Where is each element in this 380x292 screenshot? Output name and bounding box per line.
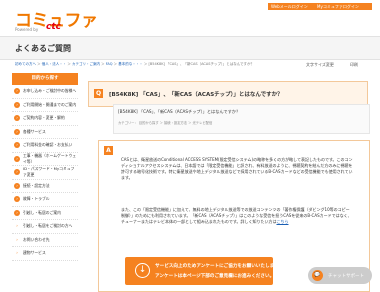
- chevron-right-icon: ›: [14, 209, 20, 216]
- site-header: コミュファ ctc Powered by Webメールログイン Myコミュファロ…: [0, 0, 380, 36]
- chevron-right-icon: ›: [14, 169, 20, 176]
- survey-banner[interactable]: ↓ サービス向上のためアンケートにご協力をお願いいたします。 アンケートは本ペー…: [125, 257, 283, 285]
- chevron-right-icon: ›: [14, 101, 20, 108]
- question-summary: [B54K8K] 「CAS」、「新CAS（ACASチップ）」とはなんですか？: [118, 109, 241, 114]
- breadcrumb-item[interactable]: FAQ: [106, 62, 113, 66]
- chat-support-label: チャットサポート: [328, 274, 364, 279]
- sidebar-item[interactable]: › お問い合わせ先: [12, 234, 78, 247]
- sidebar-item[interactable]: › 引越し・転居をご検討の方へ: [12, 220, 78, 234]
- webmail-login-link[interactable]: Webメールログイン: [268, 3, 316, 10]
- sidebar-item-label: お申し込み・ご検討中の皆様へ: [23, 88, 77, 94]
- breadcrumb: 初めての方へ ＞ 個人・法人・・ ＞ カテゴリ・ご案内 ＞ FAQ ＞ 基本的な…: [15, 62, 255, 66]
- breadcrumb-current: [B54K8K] 「CAS」、「新CAS（ACASチップ）」とはなんですか？: [148, 62, 255, 66]
- sidebar-item-label: 接続・設定方法: [23, 182, 50, 188]
- sidebar-item-label: ID・パスワード・Myコミュファ変更: [23, 166, 75, 178]
- chevron-right-icon: ›: [14, 128, 20, 135]
- sidebar-item[interactable]: › 接続・設定方法: [12, 180, 78, 193]
- sidebar-item-label: ご利用料金の確認・お支払い: [23, 142, 73, 148]
- breadcrumb-item[interactable]: カテゴリ・ご案内: [72, 62, 100, 66]
- breadcrumb-item[interactable]: 個人・法人・・: [42, 62, 67, 66]
- sidebar-item-label: 引越し・転居をご検討の方へ: [23, 223, 73, 229]
- sidebar-item[interactable]: › 建物サービス: [12, 247, 78, 261]
- sidebar-item[interactable]: › お申し込み・ご検討中の皆様へ: [12, 85, 78, 99]
- breadcrumb-item[interactable]: 基本的な・・・: [118, 62, 143, 66]
- sidebar-item[interactable]: › 工事・機器（ホームゲートウェイ等）: [12, 152, 78, 166]
- sidebar-item-label: 故障・トラブル: [23, 196, 50, 202]
- logo-powered-by: Powered by: [15, 27, 39, 32]
- chat-support-button[interactable]: 💬 チャットサポート: [308, 267, 372, 284]
- chevron-right-icon: ›: [16, 250, 18, 256]
- font-size-control[interactable]: 文字サイズ変更: [306, 62, 334, 68]
- question-mark-icon: Q: [94, 89, 103, 98]
- question-category: カテゴリー： 目的から探す ＞ 接続・設定方法 ＞ 光テレビ配信: [118, 121, 213, 125]
- sidebar-item[interactable]: › 引越し・転居のご案内: [12, 207, 78, 220]
- sidebar-list: › お申し込み・ご検討中の皆様へ › ご利用開始・開通までのご案内 › ご契約内容・変更・…: [12, 85, 78, 261]
- sidebar-item[interactable]: › ご利用開始・開通までのご案内: [12, 99, 78, 112]
- chevron-right-icon: ›: [16, 223, 18, 229]
- answer-mark-icon: A: [104, 146, 113, 155]
- chevron-right-icon: ›: [14, 196, 20, 203]
- answer-paragraph-2-text: また、この「限定受信機能」に加えて、無料の地上デジタル放送等での放送コンテンツの…: [121, 207, 352, 224]
- sidebar-item-label: 引越し・転居のご案内: [23, 209, 61, 215]
- arrow-down-icon: ↓: [135, 263, 150, 278]
- sidebar-item-label: ご利用開始・開通までのご案内: [23, 101, 77, 107]
- sidebar-item-label: 各種サービス: [23, 128, 46, 134]
- sidebar-item[interactable]: › ご契約内容・変更・解約: [12, 112, 78, 126]
- question-summary-box: [B54K8K] 「CAS」、「新CAS（ACASチップ）」とはなんですか？ カ…: [113, 104, 370, 134]
- chevron-right-icon: ›: [14, 88, 20, 95]
- sidebar-header: 目的から探す: [12, 73, 78, 85]
- survey-line-1: サービス向上のためアンケートにご協力をお願いいたします。: [155, 264, 283, 269]
- answer-paragraph-1: CASとは、衛星放送のConditional ACCESS SYSTEM(限定受…: [121, 157, 353, 180]
- sidebar: 目的から探す › お申し込み・ご検討中の皆様へ › ご利用開始・開通までのご案内 › ご契…: [12, 73, 78, 261]
- sidebar-item[interactable]: › 故障・トラブル: [12, 193, 78, 207]
- sidebar-item[interactable]: › ご利用料金の確認・お支払い: [12, 139, 78, 153]
- sidebar-item-label: お問い合わせ先: [23, 236, 50, 242]
- question-title: [B54K8K] 「CAS」、「新CAS（ACASチップ）」とはなんですか？: [109, 92, 283, 98]
- sidebar-item-label: 建物サービス: [23, 250, 46, 256]
- chevron-right-icon: ›: [14, 182, 20, 189]
- ctc-logo: ctc: [46, 22, 61, 32]
- page-title-bar: よくあるご質問: [0, 36, 380, 60]
- my-commufa-login-link[interactable]: Myコミュファログイン: [314, 3, 372, 10]
- answer-more-link[interactable]: こちら: [276, 219, 288, 224]
- chevron-right-icon: ›: [14, 142, 20, 149]
- chevron-right-icon: ›: [14, 115, 20, 122]
- answer-paragraph-2: また、この「限定受信機能」に加えて、無料の地上デジタル放送等での放送コンテンツの…: [121, 207, 353, 225]
- survey-line-2: アンケートは本ページ下部のご意見欄にお進みください。: [155, 274, 275, 279]
- chevron-right-icon: ›: [16, 236, 18, 242]
- print-button[interactable]: 印刷: [350, 62, 358, 68]
- sidebar-item[interactable]: › 各種サービス: [12, 126, 78, 139]
- sidebar-item[interactable]: › ID・パスワード・Myコミュファ変更: [12, 166, 78, 180]
- chat-icon: 💬: [312, 270, 323, 281]
- page-title: よくあるご質問: [15, 44, 71, 53]
- sidebar-item-label: ご契約内容・変更・解約: [23, 115, 65, 121]
- sidebar-item-label: 工事・機器（ホームゲートウェイ等）: [23, 152, 77, 164]
- breadcrumb-item[interactable]: 初めての方へ: [15, 62, 36, 66]
- chevron-right-icon: ›: [14, 155, 20, 162]
